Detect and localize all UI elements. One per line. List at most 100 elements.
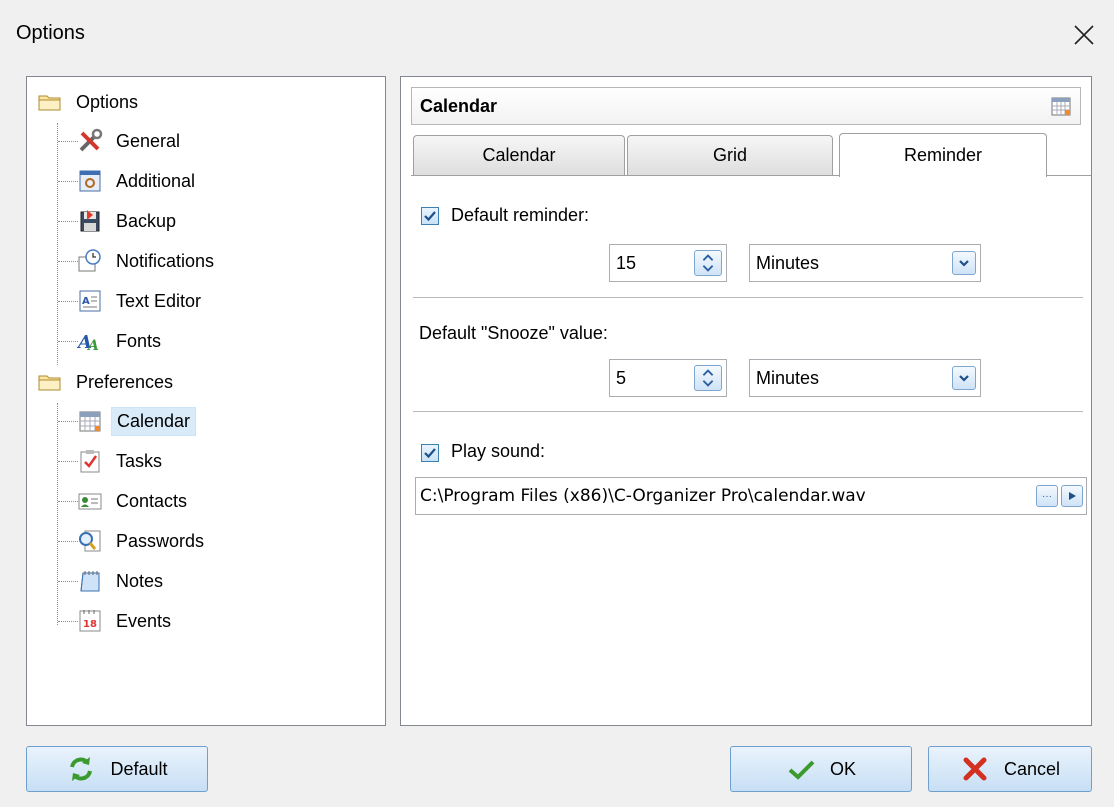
- options-tree[interactable]: Options General Additional Backup Notifi…: [26, 76, 386, 726]
- folder-icon: [38, 95, 61, 111]
- tree-item-label: Backup: [116, 210, 177, 231]
- default-reminder-checkbox[interactable]: [421, 207, 439, 225]
- calendar-icon: [1051, 97, 1071, 116]
- sound-file-path-field[interactable]: C:\Program Files (x86)\C-Organizer Pro\c…: [415, 477, 1087, 515]
- tree-connector: [58, 461, 78, 462]
- tree-group-preferences[interactable]: Preferences: [37, 365, 178, 399]
- dropdown-button[interactable]: [952, 251, 976, 275]
- checkmark-icon: [788, 760, 815, 780]
- checkmark-icon: [424, 448, 436, 459]
- tree-item-text-editor[interactable]: A Text Editor: [77, 284, 206, 318]
- contact-card-icon: [78, 493, 102, 510]
- tree-connector: [58, 581, 78, 582]
- title-bar: Options: [0, 0, 1114, 72]
- tree-connector: [58, 301, 78, 302]
- cancel-x-icon: [963, 757, 987, 781]
- tree-connector: [57, 123, 58, 365]
- tree-item-tasks[interactable]: Tasks: [77, 444, 167, 478]
- tree-group-label: Options: [76, 91, 139, 112]
- ok-button-label: OK: [829, 758, 856, 779]
- spinner-up-down-button[interactable]: [694, 365, 722, 391]
- tree-connector: [58, 341, 78, 342]
- tree-item-contacts[interactable]: Contacts: [77, 484, 192, 518]
- settings-panel: Calendar Calendar Grid Reminder Default …: [400, 76, 1092, 726]
- section-divider: [413, 297, 1083, 298]
- default-button[interactable]: Default: [26, 746, 208, 792]
- tab-label: Calendar: [482, 145, 556, 165]
- folder-icon: [38, 375, 61, 391]
- snooze-spinner[interactable]: 5: [609, 359, 727, 397]
- tree-group-options[interactable]: Options: [37, 85, 143, 119]
- spinner-up-down-button[interactable]: [694, 250, 722, 276]
- tree-group-label: Preferences: [76, 371, 174, 392]
- text-editor-icon: A: [79, 290, 101, 312]
- tree-item-additional[interactable]: Additional: [77, 164, 200, 198]
- play-icon: [1069, 492, 1076, 500]
- default-reminder-spinner[interactable]: 15: [609, 244, 727, 282]
- tab-reminder[interactable]: Reminder: [839, 133, 1047, 177]
- tree-item-backup[interactable]: Backup: [77, 204, 181, 238]
- section-divider: [413, 411, 1083, 412]
- tree-item-general[interactable]: General: [77, 124, 185, 158]
- tree-connector: [58, 261, 78, 262]
- cancel-button[interactable]: Cancel: [928, 746, 1092, 792]
- play-sound-label: Play sound:: [451, 441, 546, 461]
- tree-item-passwords[interactable]: Passwords: [77, 524, 209, 558]
- tree-connector: [58, 221, 78, 222]
- tree-connector: [58, 621, 78, 622]
- tree-connector: [58, 141, 78, 142]
- snooze-label: Default "Snooze" value:: [419, 323, 608, 343]
- tree-item-fonts[interactable]: AA Fonts: [77, 324, 166, 358]
- default-reminder-unit-select[interactable]: Minutes: [749, 244, 981, 282]
- tree-connector: [58, 501, 78, 502]
- tab-grid[interactable]: Grid: [627, 135, 833, 175]
- chevron-down-icon: [959, 375, 969, 382]
- tree-connector: [58, 181, 78, 182]
- svg-text:A: A: [82, 296, 90, 307]
- tab-label: Reminder: [903, 145, 983, 165]
- default-reminder-label: Default reminder:: [451, 205, 590, 225]
- checkmark-icon: [424, 211, 436, 222]
- tree-item-notifications[interactable]: Notifications: [77, 244, 219, 278]
- event-calendar-icon: 18: [79, 610, 101, 632]
- tasks-checklist-icon: [80, 450, 100, 473]
- tools-icon: [79, 128, 103, 152]
- tree-item-label: Events: [116, 610, 172, 631]
- fonts-icon: AA: [77, 332, 99, 354]
- notification-clock-icon: [78, 249, 101, 272]
- default-button-label: Default: [110, 758, 168, 779]
- sound-file-path: C:\Program Files (x86)\C-Organizer Pro\c…: [420, 486, 866, 506]
- tree-item-label: General: [116, 130, 181, 151]
- select-value: Minutes: [756, 253, 820, 273]
- play-sound-checkbox[interactable]: [421, 444, 439, 462]
- tree-item-label: Contacts: [116, 490, 188, 511]
- tab-calendar[interactable]: Calendar: [413, 135, 625, 175]
- browse-button[interactable]: ···: [1036, 485, 1058, 507]
- tree-item-label: Notes: [116, 570, 164, 591]
- tree-item-notes[interactable]: Notes: [77, 564, 168, 598]
- close-icon: [1074, 25, 1094, 45]
- tree-item-label: Tasks: [116, 450, 163, 471]
- dropdown-button[interactable]: [952, 366, 976, 390]
- ok-button[interactable]: OK: [730, 746, 912, 792]
- svg-text:18: 18: [83, 619, 97, 630]
- snooze-unit-select[interactable]: Minutes: [749, 359, 981, 397]
- spinner-value: 15: [616, 253, 637, 273]
- spinner-value: 5: [616, 368, 627, 388]
- up-down-arrows-icon: [702, 254, 714, 272]
- play-sound-button[interactable]: [1061, 485, 1083, 507]
- panel-header: Calendar: [411, 87, 1081, 125]
- tree-item-label: Text Editor: [116, 290, 202, 311]
- close-button[interactable]: [1054, 10, 1114, 60]
- cancel-button-label: Cancel: [1003, 758, 1061, 779]
- panel-title: Calendar: [420, 96, 498, 116]
- tree-connector: [58, 541, 78, 542]
- window-title: Options: [16, 22, 85, 44]
- notepad-icon: [80, 571, 100, 592]
- up-down-arrows-icon: [702, 369, 714, 387]
- ellipsis-label: ···: [1042, 490, 1052, 502]
- calendar-icon: [79, 411, 101, 432]
- tree-item-events[interactable]: 18 Events: [77, 604, 176, 638]
- tree-item-calendar[interactable]: Calendar: [77, 404, 197, 438]
- svg-text:A: A: [86, 338, 99, 354]
